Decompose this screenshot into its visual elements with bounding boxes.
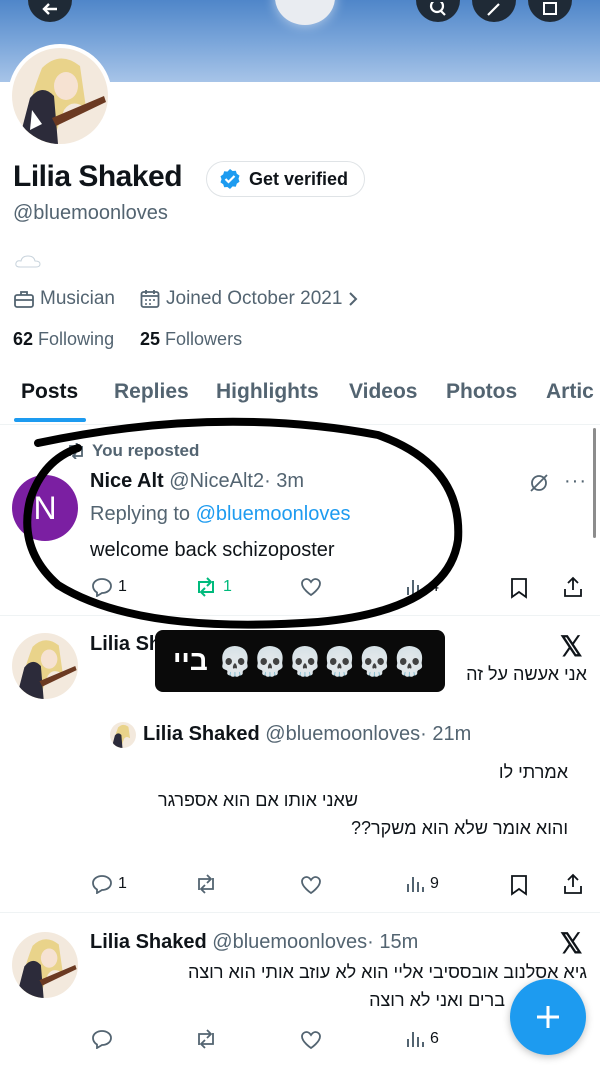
hand-drawn-circle-annotation	[23, 417, 463, 629]
tweet-time: · 15m	[367, 931, 419, 953]
tweet-header: Lilia Sh	[90, 633, 161, 656]
text-sticker-overlay: 💀💀💀💀💀💀 ביי	[155, 630, 445, 692]
repost-icon[interactable]	[194, 1029, 218, 1049]
joined-text: Joined October 2021	[166, 288, 343, 309]
occupation-text: Musician	[40, 288, 115, 309]
tab-replies[interactable]: Replies	[114, 380, 189, 404]
tweet-text-line-2: ברים ואני לא רוצה	[369, 990, 505, 1010]
scrollbar[interactable]	[593, 428, 596, 538]
reply-count: 1	[118, 875, 127, 892]
following-label: Following	[38, 329, 115, 349]
banner-moon	[275, 0, 335, 25]
tab-photos[interactable]: Photos	[446, 380, 517, 404]
quoted-line-3: והוא אומר שלא הוא משקר??	[351, 818, 568, 838]
reply-icon	[92, 875, 112, 894]
followers-label: Followers	[165, 329, 243, 349]
quoted-avatar	[110, 722, 136, 748]
avatar-anime-image	[12, 48, 108, 144]
following-link[interactable]: 62 Following	[13, 329, 114, 350]
repost-icon[interactable]	[194, 874, 218, 894]
profile-name: Lilia Shaked	[13, 160, 183, 193]
profile-joined[interactable]: Joined October 2021	[140, 288, 358, 310]
bookmark-icon[interactable]	[510, 874, 528, 896]
briefcase-icon	[14, 291, 34, 308]
avatar-anime-image	[12, 633, 78, 699]
followers-count: 25	[140, 329, 161, 349]
views-count: 6	[430, 1030, 439, 1047]
share-icon[interactable]	[563, 873, 583, 895]
quoted-tweet[interactable]: Lilia Shaked @bluemoonloves· 21m אמרתי ל…	[90, 712, 580, 852]
x-logo-icon: 𝕏	[560, 631, 583, 662]
quoted-line-1: אמרתי לו	[498, 762, 568, 782]
search-icon	[429, 2, 446, 16]
tweet-avatar[interactable]	[12, 932, 78, 998]
profile-handle: @bluemoonloves	[13, 202, 168, 224]
profile-occupation: Musician	[14, 288, 115, 310]
tweet-author-handle[interactable]: @bluemoonloves	[212, 931, 367, 953]
edit-icon	[487, 3, 500, 16]
followers-link[interactable]: 25 Followers	[140, 329, 242, 350]
cloud-icon	[15, 255, 41, 268]
like-icon[interactable]	[300, 1030, 322, 1050]
grok-icon[interactable]	[528, 472, 550, 494]
quoted-header: Lilia Shaked @bluemoonloves· 21m	[143, 723, 471, 746]
avatar-anime-image	[110, 722, 136, 748]
views-button[interactable]: 9	[405, 874, 439, 894]
plus-icon	[537, 1006, 559, 1028]
tweet-avatar[interactable]	[12, 633, 78, 699]
quoted-author-name: Lilia Shaked	[143, 723, 260, 745]
profile-avatar[interactable]	[8, 44, 112, 148]
sticker-emoji: 💀💀💀💀💀💀	[217, 645, 427, 677]
more-icon	[543, 2, 557, 15]
tab-articles[interactable]: Artic	[546, 380, 594, 404]
tweet-more-button[interactable]: ···	[564, 470, 587, 493]
bookmark-icon[interactable]	[510, 577, 528, 599]
tweet-divider	[0, 912, 600, 913]
get-verified-button[interactable]: Get verified	[206, 161, 366, 197]
tweet-author-name[interactable]: Lilia Sh	[90, 633, 161, 655]
tweet-author-name[interactable]: Lilia Shaked	[90, 931, 207, 953]
views-button[interactable]: 6	[405, 1029, 439, 1049]
reply-button[interactable]: 1	[91, 874, 127, 894]
x-logo-icon: 𝕏	[560, 928, 583, 959]
get-verified-label: Get verified	[249, 168, 349, 189]
following-count: 62	[13, 329, 34, 349]
tab-highlights[interactable]: Highlights	[216, 380, 319, 404]
reply-icon[interactable]	[91, 1029, 113, 1049]
views-count: 9	[430, 875, 439, 892]
quoted-time: · 21m	[420, 723, 472, 745]
back-arrow-icon	[42, 3, 57, 15]
sticker-text: ביי	[172, 645, 208, 676]
tab-posts[interactable]: Posts	[21, 380, 78, 404]
quoted-line-2: שאני אותו אם הוא אספרגר	[158, 790, 358, 810]
avatar-anime-image	[12, 932, 78, 998]
share-icon[interactable]	[563, 576, 583, 598]
views-icon	[407, 1032, 424, 1047]
views-icon	[407, 877, 424, 892]
calendar-icon	[140, 290, 160, 308]
like-icon[interactable]	[300, 875, 322, 895]
chevron-right-icon	[349, 292, 358, 306]
compose-fab[interactable]	[510, 979, 586, 1055]
quoted-author-handle: @bluemoonloves	[265, 723, 421, 745]
tweet-text-line-1: גיא אסלנוב אובססיבי אליי הוא לא עוזב אות…	[187, 962, 587, 982]
tab-videos[interactable]: Videos	[349, 380, 417, 404]
verified-badge-icon	[220, 169, 240, 189]
tweet-header: Lilia Shaked @bluemoonloves· 15m	[90, 931, 418, 954]
